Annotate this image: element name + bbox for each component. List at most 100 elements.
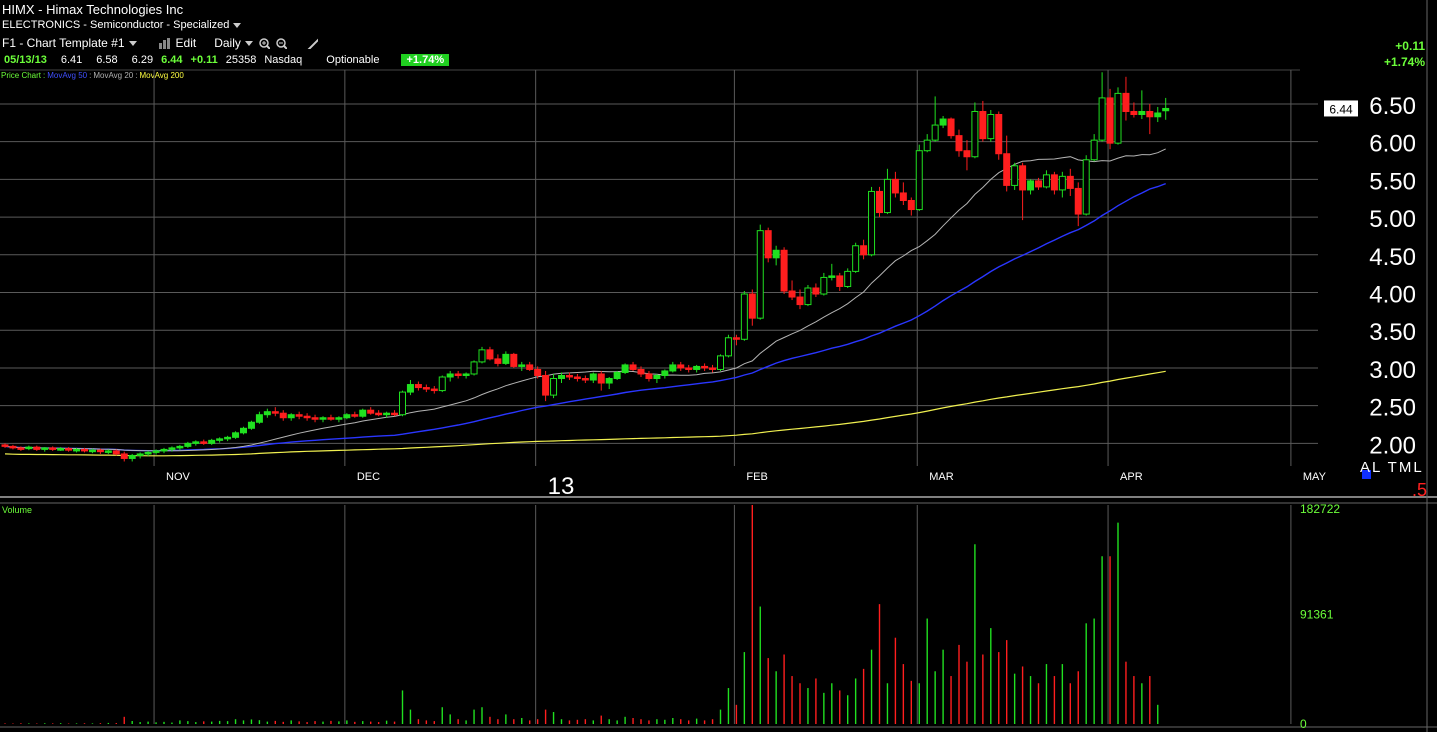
candle-body (804, 287, 812, 306)
time-tick-label: FEB (746, 471, 767, 483)
candle-body (1138, 110, 1146, 116)
candle-body (152, 450, 160, 453)
candle-body (629, 364, 637, 370)
candle-body (343, 414, 351, 419)
candle-body (542, 374, 550, 396)
candle-body (359, 409, 367, 417)
candle-body (573, 376, 581, 380)
candle-body (637, 368, 645, 375)
candle-body (65, 448, 73, 451)
ma50-line (4, 182, 1166, 452)
candle-body (1050, 174, 1058, 191)
candle-body (1019, 165, 1027, 191)
candle-body (96, 449, 104, 453)
red-indicator-label: .5 (1412, 480, 1428, 500)
candle-body (128, 454, 136, 459)
time-tick-label: 13 (548, 473, 575, 500)
axis-labels: 6.50 6.00 5.50 5.00 4.50 4.00 3.50 3.00 2.50 2.00… (166, 93, 1416, 731)
candle-body (247, 421, 255, 429)
candle-body (550, 378, 558, 396)
candle-body (200, 441, 208, 444)
candle-body (613, 371, 621, 380)
candle-body (581, 378, 589, 381)
candle-body (1066, 175, 1074, 189)
candle-body (510, 353, 518, 367)
candle-body (263, 411, 271, 416)
candle-body (1035, 180, 1042, 188)
candle-body (422, 387, 430, 390)
price-volume-chart[interactable]: 6.50 6.00 5.50 5.00 4.50 4.00 3.50 3.00 2.50 2.00… (0, 0, 1437, 732)
candle-body (1122, 92, 1130, 112)
candle-body (709, 367, 717, 370)
candle-body (1146, 110, 1154, 118)
candle-body (812, 287, 820, 295)
candle-body (915, 150, 923, 211)
candle-body (653, 374, 661, 380)
candle-body (947, 118, 955, 137)
candle-body (1114, 92, 1122, 144)
time-tick-label: DEC (357, 471, 380, 483)
candle-body (104, 450, 112, 453)
candle-body (9, 445, 17, 449)
candle-body (955, 135, 963, 152)
candle-body (1090, 139, 1098, 161)
volume-tick-label: 0 (1300, 717, 1307, 731)
candle-body (112, 450, 120, 455)
candle-body (486, 349, 494, 360)
candle-body (534, 368, 542, 376)
candle-body (565, 374, 573, 378)
candle-body (406, 384, 414, 393)
candle-body (717, 355, 724, 370)
moving-averages (4, 148, 1166, 457)
candle-body (1074, 187, 1082, 215)
candle-body (311, 417, 319, 420)
price-tick-label: 5.50 (1369, 168, 1416, 195)
candle-body (589, 373, 597, 381)
candle-body (740, 293, 748, 340)
volume-bars (4, 505, 1159, 724)
candle-body (844, 270, 852, 287)
candle-body (17, 447, 25, 450)
last-price-label: 6.44 (1329, 102, 1353, 116)
volume-label: Volume (2, 505, 33, 515)
candle-body (184, 442, 192, 447)
candle-body (176, 445, 184, 449)
candle-body (1154, 112, 1162, 118)
time-tick-label: APR (1120, 471, 1143, 483)
price-tick-label: 6.00 (1369, 131, 1416, 158)
candle-body (772, 249, 780, 259)
candle-body (677, 364, 685, 369)
candle-body (645, 373, 653, 380)
candle-body (375, 412, 383, 416)
candle-body (414, 384, 422, 389)
candle-body (279, 412, 287, 419)
candle-body (1003, 153, 1011, 186)
candle-body (144, 451, 152, 455)
altml-label[interactable]: AL TML (1360, 459, 1424, 476)
candle-body (987, 114, 995, 140)
candle-body (399, 391, 406, 416)
candles (1, 72, 1170, 462)
candle-body (828, 275, 836, 278)
candle-body (192, 441, 200, 444)
candle-body (49, 447, 57, 450)
candle-body (756, 230, 764, 319)
candle-body (271, 411, 279, 414)
candle-body (216, 438, 224, 441)
price-tick-label: 6.50 (1369, 93, 1416, 120)
time-tick-label: MAY (1303, 471, 1327, 483)
candle-body (478, 349, 486, 363)
price-tick-label: 2.50 (1369, 395, 1416, 422)
price-tick-label: 3.50 (1369, 319, 1416, 346)
candle-body (860, 245, 868, 256)
candle-body (605, 378, 613, 384)
candle-body (208, 439, 216, 444)
candle-body (963, 150, 971, 158)
candle-body (295, 414, 303, 417)
candle-body (73, 448, 81, 452)
candle-body (33, 446, 41, 450)
candle-body (232, 432, 240, 438)
candle-body (876, 190, 883, 214)
time-tick-label: NOV (166, 471, 191, 483)
candle-body (88, 449, 96, 453)
